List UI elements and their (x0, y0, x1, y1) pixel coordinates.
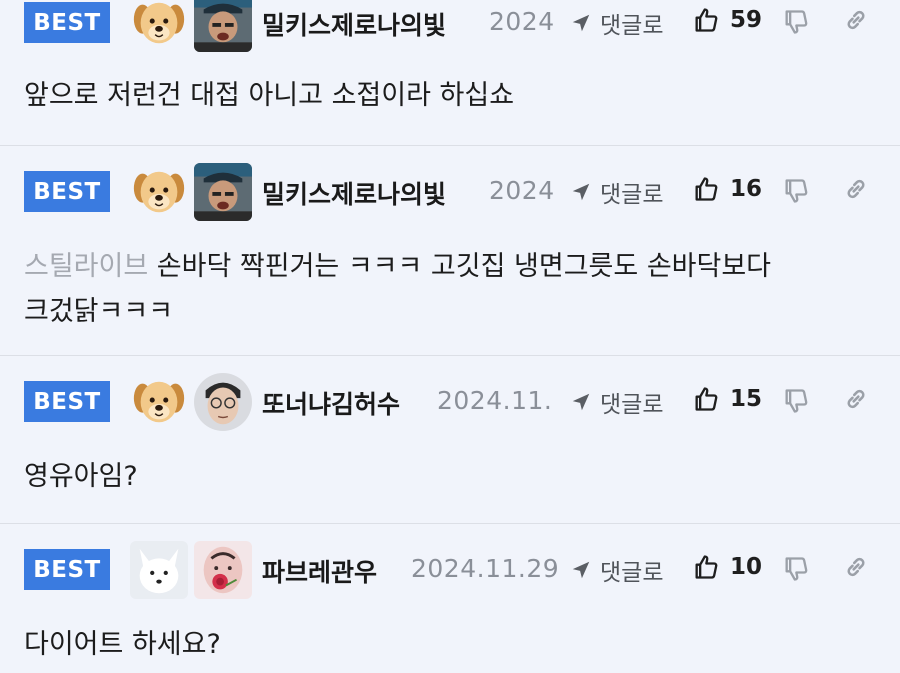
reply-button[interactable]: 댓글로 (570, 385, 663, 419)
comment-item: BEST 밀키스제로나의빛 2024 댓글로 16 스틸라이브 손바닥 짝핀거는… (0, 146, 900, 356)
nickname[interactable]: 밀키스제로나의빛 (262, 175, 446, 211)
reply-label: 댓글로 (600, 560, 664, 586)
like-button[interactable]: 10 (692, 553, 762, 581)
reply-label: 댓글로 (600, 392, 664, 418)
like-button[interactable]: 59 (692, 6, 762, 34)
thumbs-down-icon[interactable] (782, 387, 810, 415)
like-count: 10 (730, 554, 763, 580)
best-badge: BEST (24, 2, 110, 43)
reply-arrow-icon (570, 181, 592, 203)
thumbs-down-icon[interactable] (782, 177, 810, 205)
comment-meta: BEST 파브레관우 2024.11.29 댓글로 10 (0, 541, 900, 597)
comment-body: 스틸라이브 손바닥 짝핀거는 ㅋㅋㅋ 고깃집 냉면그릇도 손바닥보다 크겄닭ㅋㅋ… (24, 244, 876, 334)
nickname[interactable]: 파브레관우 (262, 553, 377, 589)
comment-date: 2024.11.29 (411, 554, 557, 583)
like-count: 59 (730, 7, 763, 33)
reply-button[interactable]: 댓글로 (570, 553, 663, 587)
comment-date: 2024 (489, 176, 555, 205)
best-badge: BEST (24, 171, 110, 212)
reply-button[interactable]: 댓글로 (570, 175, 663, 209)
reply-arrow-icon (570, 391, 592, 413)
user-photo-avatar[interactable] (194, 163, 252, 221)
reply-label: 댓글로 (600, 182, 664, 208)
comment-text-continued: 크겄닭ㅋㅋㅋ (24, 296, 174, 327)
thumbs-up-icon (692, 6, 720, 34)
comment-item: BEST 또너냐김허수 2024.11. 댓글로 15 영유아임? (0, 356, 900, 524)
comment-text: 손바닥 짝핀거는 ㅋㅋㅋ 고깃집 냉면그릇도 손바닥보다 (148, 251, 772, 282)
comment-list: BEST 밀키스제로나의빛 2024 댓글로 59 앞으로 저런건 대접 아니고… (0, 0, 900, 673)
comment-text: 다이어트 하세요? (24, 629, 221, 660)
comment-item: BEST 밀키스제로나의빛 2024 댓글로 59 앞으로 저런건 대접 아니고… (0, 0, 900, 146)
comment-body: 영유아임? (24, 454, 876, 499)
reply-button[interactable]: 댓글로 (570, 6, 663, 40)
nickname[interactable]: 또너냐김허수 (262, 385, 400, 421)
thumbs-up-icon (692, 553, 720, 581)
reply-label: 댓글로 (600, 13, 664, 39)
best-badge: BEST (24, 381, 110, 422)
puppy-avatar (130, 0, 188, 52)
puppy-avatar (130, 373, 188, 431)
comment-text: 앞으로 저런건 대접 아니고 소접이라 하십쇼 (24, 80, 515, 111)
user-photo-avatar[interactable] (194, 373, 252, 431)
like-button[interactable]: 16 (692, 175, 762, 203)
thumbs-down-icon[interactable] (782, 8, 810, 36)
mention-tag[interactable]: 스틸라이브 (24, 251, 148, 282)
comment-text: 영유아임? (24, 461, 138, 492)
thumbs-down-icon[interactable] (782, 555, 810, 583)
reply-arrow-icon (570, 559, 592, 581)
comment-meta: BEST 밀키스제로나의빛 2024 댓글로 16 (0, 163, 900, 219)
comment-date: 2024.11. (437, 386, 553, 415)
comment-item: BEST 파브레관우 2024.11.29 댓글로 10 다이어트 하세요? (0, 524, 900, 673)
arctic-fox-avatar (130, 541, 188, 599)
comment-body: 다이어트 하세요? (24, 622, 876, 667)
comment-body: 앞으로 저런건 대접 아니고 소접이라 하십쇼 (24, 73, 876, 118)
best-badge: BEST (24, 549, 110, 590)
thumbs-up-icon (692, 385, 720, 413)
nickname[interactable]: 밀키스제로나의빛 (262, 6, 446, 42)
link-icon[interactable] (842, 6, 870, 34)
puppy-avatar (130, 163, 188, 221)
like-button[interactable]: 15 (692, 385, 762, 413)
link-icon[interactable] (842, 553, 870, 581)
comment-meta: BEST 밀키스제로나의빛 2024 댓글로 59 (0, 0, 900, 50)
like-count: 15 (730, 386, 763, 412)
user-photo-avatar[interactable] (194, 541, 252, 599)
comment-date: 2024 (489, 7, 555, 36)
like-count: 16 (730, 176, 763, 202)
link-icon[interactable] (842, 175, 870, 203)
comment-meta: BEST 또너냐김허수 2024.11. 댓글로 15 (0, 373, 900, 429)
link-icon[interactable] (842, 385, 870, 413)
user-photo-avatar[interactable] (194, 0, 252, 52)
reply-arrow-icon (570, 12, 592, 34)
thumbs-up-icon (692, 175, 720, 203)
